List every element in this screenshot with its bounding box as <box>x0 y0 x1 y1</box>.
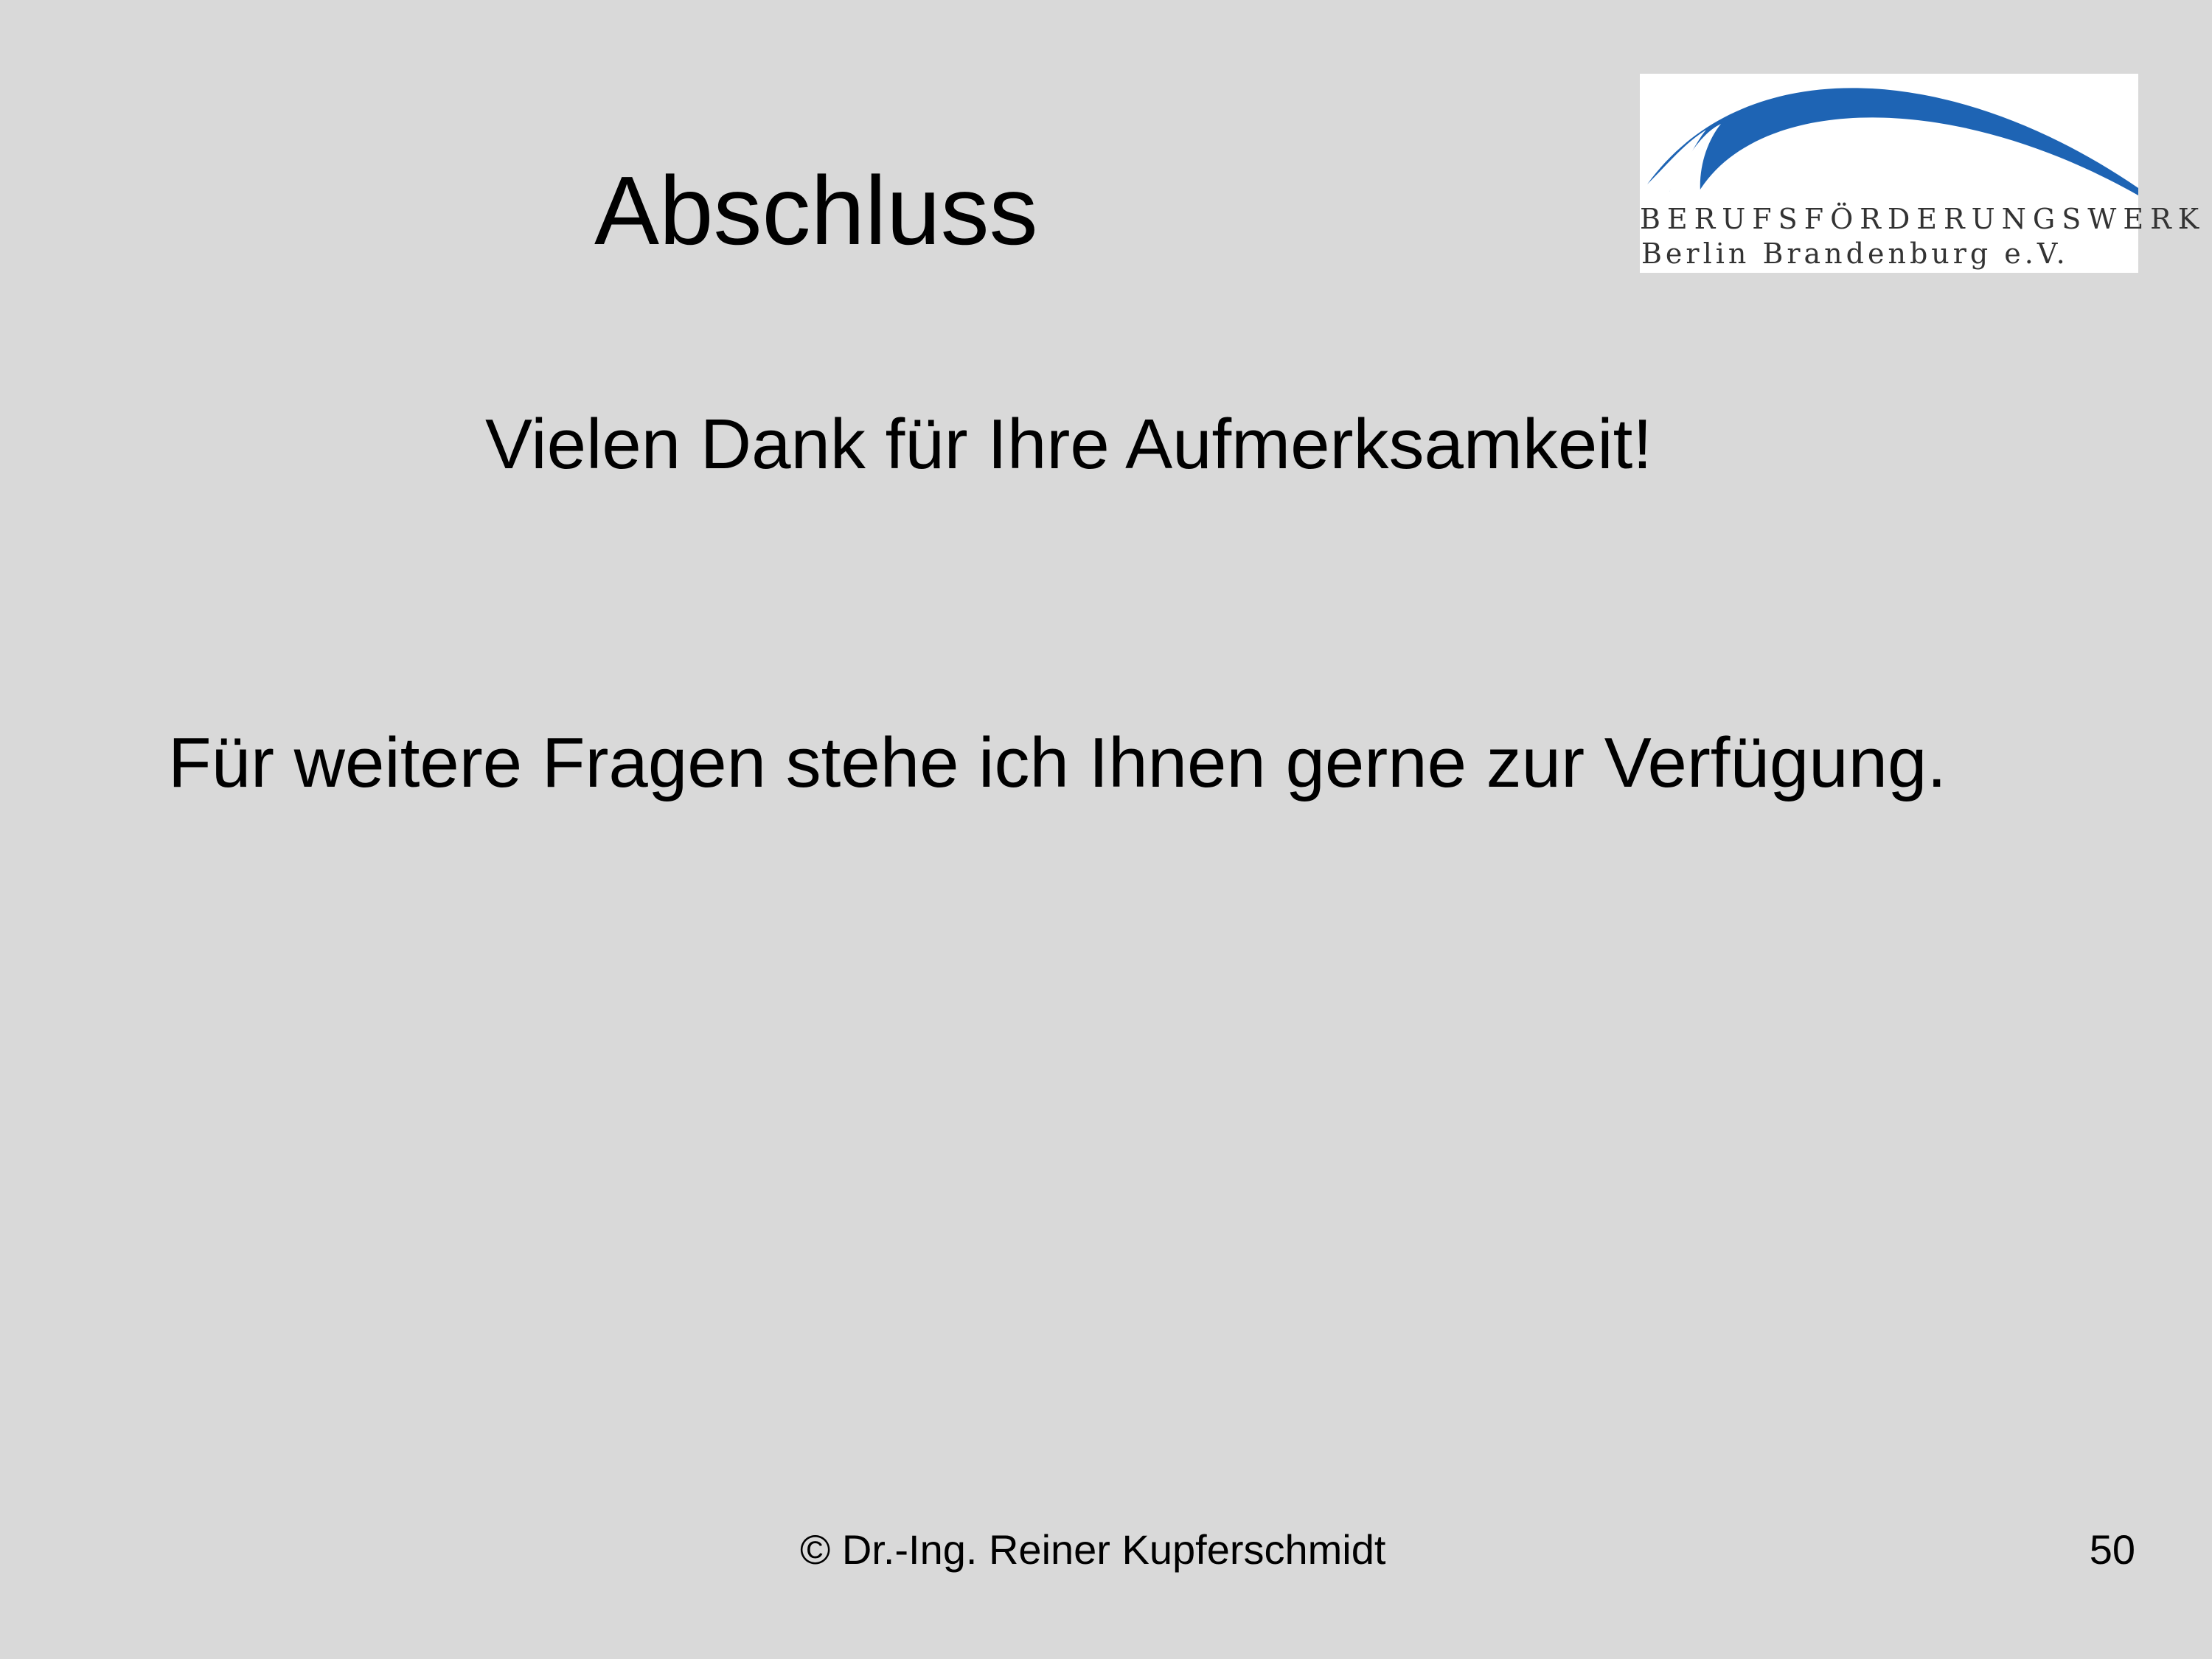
logo-text-line-1: BERUFSFÖRDERUNGSWERK <box>1640 203 2206 235</box>
copyright-text: © Dr.-Ing. Reiner Kupferschmidt <box>800 1526 1386 1573</box>
slide-title: Abschluss <box>594 156 1038 265</box>
logo-text-line-2: Berlin Brandenburg e.V. <box>1641 237 2069 270</box>
thanks-text: Vielen Dank für Ihre Aufmerksamkeit! <box>485 405 1652 484</box>
page-number: 50 <box>2089 1526 2135 1573</box>
presentation-slide: Abschluss BERUFSFÖRDERUNGSWERK Berlin Br… <box>0 0 2212 1659</box>
questions-text: Für weitere Fragen stehe ich Ihnen gerne… <box>168 723 1947 802</box>
